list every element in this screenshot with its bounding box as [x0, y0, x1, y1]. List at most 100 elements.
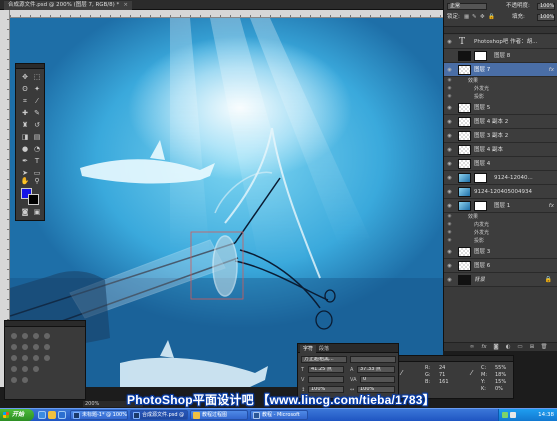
layer-mask-thumbnail[interactable]	[474, 173, 487, 183]
opacity-input[interactable]: 100%	[537, 3, 555, 10]
lock-position-icon[interactable]: ✥	[480, 13, 485, 22]
visibility-eye-icon[interactable]: ◉	[446, 94, 453, 100]
layer-effects-group[interactable]: ◉ 效果	[444, 77, 557, 85]
quick-mask-icon[interactable]: ◙	[20, 208, 30, 217]
layer-row[interactable]: 图层 8	[444, 49, 557, 63]
visibility-eye-icon[interactable]: ◉	[446, 78, 453, 84]
lock-all-icon[interactable]: 🔒	[488, 13, 495, 22]
magic-wand-tool-icon[interactable]: ✦	[32, 85, 42, 94]
layer-effect-item[interactable]: ◉ 投影	[444, 237, 557, 245]
visibility-eye-icon[interactable]: ◉	[446, 230, 453, 236]
brush-preset[interactable]	[33, 355, 39, 361]
brush-preset[interactable]	[11, 333, 17, 339]
network-icon[interactable]	[502, 412, 508, 418]
fill-input[interactable]: 100%	[537, 14, 555, 21]
tracking-input[interactable]: 0	[360, 376, 395, 383]
layer-row[interactable]: ◉ 背景 🔒	[444, 273, 557, 287]
brush-preset[interactable]	[22, 333, 28, 339]
brush-preset[interactable]	[22, 366, 28, 372]
brush-preset[interactable]	[22, 344, 28, 350]
layer-effects-group[interactable]: ◉ 效果	[444, 213, 557, 221]
desktop-icon[interactable]	[58, 411, 66, 419]
layer-row[interactable]: ◉ 图层 4	[444, 157, 557, 171]
font-family-select[interactable]: 方正超粗黑...	[301, 356, 347, 363]
adjustment-icon[interactable]: ◐	[504, 344, 512, 351]
layer-row[interactable]: ◉ 9124-120405004934	[444, 185, 557, 199]
visibility-eye-icon[interactable]: ◉	[446, 39, 453, 45]
lock-image-icon[interactable]: ✎	[472, 13, 477, 22]
vertical-scale-input[interactable]: 100%	[308, 386, 344, 393]
volume-icon[interactable]	[510, 412, 516, 418]
mask-icon[interactable]: ◙	[492, 344, 500, 351]
zoom-tool-icon[interactable]: ⚲	[32, 177, 42, 186]
fx-badge[interactable]: fx	[549, 63, 554, 77]
layer-row[interactable]: ◉ 图层 1 fx	[444, 199, 557, 213]
hand-tool-icon[interactable]: ✋	[20, 177, 30, 186]
brush-preset[interactable]	[11, 377, 17, 383]
taskbar-button-active[interactable]: 合成源文件.psd @	[130, 410, 188, 420]
brush-preset[interactable]	[44, 333, 50, 339]
visibility-eye-icon[interactable]: ◉	[446, 203, 453, 209]
type-tool-icon[interactable]: T	[32, 157, 42, 166]
lock-transparency-icon[interactable]: ▦	[464, 13, 469, 22]
tab-character[interactable]: 字符	[300, 345, 317, 353]
fx-badge[interactable]: fx	[549, 199, 554, 213]
fx-icon[interactable]: fx	[480, 344, 488, 351]
ie-icon[interactable]	[38, 411, 46, 419]
screen-mode-icon[interactable]: ▣	[32, 208, 42, 217]
visibility-eye-icon[interactable]: ◉	[446, 86, 453, 92]
taskbar-button[interactable]: 教程 - Microsoft	[250, 410, 308, 420]
trash-icon[interactable]: 🗑	[540, 344, 548, 351]
blend-mode-select[interactable]: 正常	[447, 3, 487, 10]
visibility-eye-icon[interactable]: ◉	[446, 175, 453, 181]
visibility-eye-icon[interactable]: ◉	[446, 249, 453, 255]
visibility-eye-icon[interactable]: ◉	[446, 161, 453, 167]
history-brush-tool-icon[interactable]: ↺	[32, 121, 42, 130]
close-icon[interactable]: ×	[123, 2, 128, 8]
font-style-select[interactable]	[350, 356, 396, 363]
leading-input[interactable]: 37.33 点	[357, 366, 395, 373]
lasso-tool-icon[interactable]: ʘ	[20, 85, 30, 94]
panel-grip[interactable]	[16, 64, 44, 69]
layer-effect-item[interactable]: ◉ 外发光	[444, 85, 557, 93]
eyedropper-tool-icon[interactable]: ⁄	[32, 97, 42, 106]
brush-preset[interactable]	[11, 344, 17, 350]
layer-row[interactable]: ◉ 9124-12040...	[444, 171, 557, 185]
layer-row[interactable]: ◉ T Photoshop吧 作者：胡...	[444, 35, 557, 49]
brush-preset[interactable]	[22, 355, 28, 361]
brush-preset[interactable]	[44, 355, 50, 361]
panel-grip[interactable]	[399, 356, 513, 362]
visibility-eye-icon[interactable]: ◉	[446, 147, 453, 153]
brush-preset[interactable]	[33, 333, 39, 339]
visibility-eye-icon[interactable]: ◉	[446, 222, 453, 228]
folder-icon[interactable]	[48, 411, 56, 419]
healing-brush-tool-icon[interactable]: ✚	[20, 109, 30, 118]
layer-row[interactable]: ◉ 图层 4 副本	[444, 143, 557, 157]
layer-row[interactable]: ◉ 图层 4 副本 2	[444, 115, 557, 129]
visibility-eye-icon[interactable]: ◉	[446, 105, 453, 111]
dodge-tool-icon[interactable]: ◔	[32, 145, 42, 154]
clock[interactable]: 14:38	[538, 409, 554, 421]
taskbar-button[interactable]: 未标题-1* @ 100%	[70, 410, 128, 420]
pen-tool-icon[interactable]: ✒	[20, 157, 30, 166]
brush-preset[interactable]	[33, 344, 39, 350]
brush-preset[interactable]	[11, 355, 17, 361]
layer-row[interactable]: ◉ 图层 6	[444, 259, 557, 273]
brush-tool-icon[interactable]: ✎	[32, 109, 42, 118]
layer-row-selected[interactable]: ◉ 图层 7 fx	[444, 63, 557, 77]
layer-row[interactable]: ◉ 图层 3 副本 2	[444, 129, 557, 143]
marquee-tool-icon[interactable]: ⬚	[32, 73, 42, 82]
brush-preset[interactable]	[22, 377, 28, 383]
layer-row[interactable]: ◉ 图层 5	[444, 101, 557, 115]
horizontal-scale-input[interactable]: 100%	[357, 386, 395, 393]
layer-effect-item[interactable]: ◉ 外发光	[444, 229, 557, 237]
visibility-eye-icon[interactable]: ◉	[446, 263, 453, 269]
layer-row[interactable]: ◉ 图层 3	[444, 245, 557, 259]
start-button[interactable]: 开始	[0, 409, 34, 421]
link-icon[interactable]: ∞	[468, 344, 476, 351]
crop-tool-icon[interactable]: ⌗	[20, 97, 30, 106]
visibility-eye-icon[interactable]: ◉	[446, 238, 453, 244]
new-layer-icon[interactable]: ⊞	[528, 344, 536, 351]
gradient-tool-icon[interactable]: ▤	[32, 133, 42, 142]
layer-mask-thumbnail[interactable]	[474, 51, 487, 61]
